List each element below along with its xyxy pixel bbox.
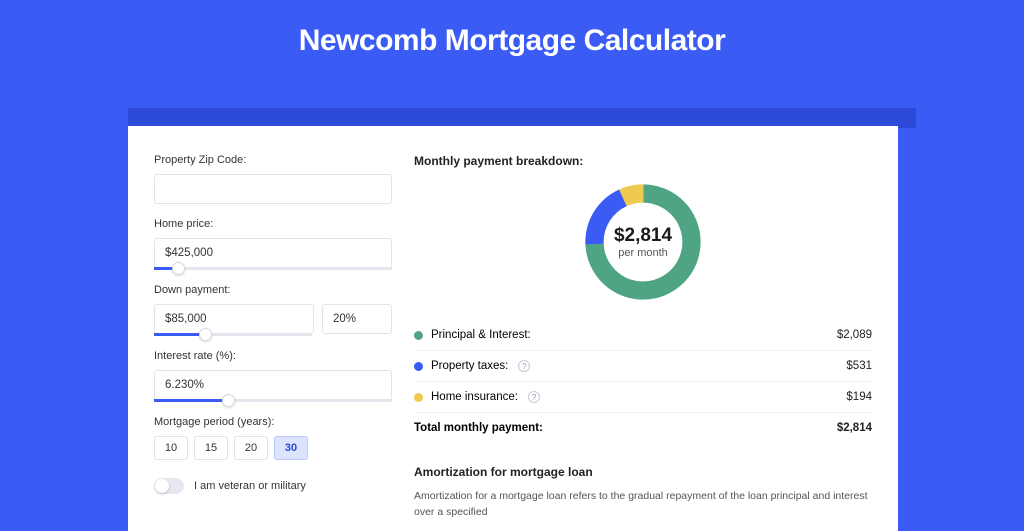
period-button-10[interactable]: 10: [154, 436, 188, 460]
panel-shadow: [128, 108, 916, 128]
total-value: $2,814: [837, 422, 872, 434]
interest-rate-input[interactable]: [154, 370, 392, 400]
donut-chart: $2,814 per month: [414, 178, 872, 306]
home-price-label: Home price:: [154, 218, 392, 230]
slider-fill: [154, 399, 228, 402]
legend-value: $531: [846, 360, 872, 372]
zip-label: Property Zip Code:: [154, 154, 392, 166]
period-button-20[interactable]: 20: [234, 436, 268, 460]
zip-field-group: Property Zip Code:: [154, 154, 392, 204]
donut-sub: per month: [614, 247, 672, 259]
interest-rate-slider[interactable]: [154, 399, 392, 402]
donut-amount: $2,814: [614, 225, 672, 247]
down-payment-amount-input[interactable]: [154, 304, 314, 334]
dot-icon: [414, 331, 423, 340]
legend-row-insurance: Home insurance: ? $194: [414, 382, 872, 413]
breakdown-column: Monthly payment breakdown: $2,814 per mo…: [414, 154, 872, 521]
mortgage-period-group: Mortgage period (years): 10 15 20 30: [154, 416, 392, 460]
down-payment-label: Down payment:: [154, 284, 392, 296]
slider-thumb[interactable]: [199, 328, 212, 341]
home-price-slider[interactable]: [154, 267, 392, 270]
slider-fill: [154, 333, 205, 336]
legend-row-taxes: Property taxes: ? $531: [414, 351, 872, 382]
legend: Principal & Interest: $2,089 Property ta…: [414, 320, 872, 443]
slider-thumb[interactable]: [222, 394, 235, 407]
slider-thumb[interactable]: [172, 262, 185, 275]
breakdown-title: Monthly payment breakdown:: [414, 154, 872, 168]
down-payment-percent-input[interactable]: [322, 304, 392, 334]
page-title: Newcomb Mortgage Calculator: [0, 0, 1024, 78]
zip-input[interactable]: [154, 174, 392, 204]
help-icon[interactable]: ?: [518, 360, 530, 372]
legend-row-total: Total monthly payment: $2,814: [414, 413, 872, 443]
dot-icon: [414, 393, 423, 402]
period-button-30[interactable]: 30: [274, 436, 308, 460]
amortization-text: Amortization for a mortgage loan refers …: [414, 489, 872, 521]
interest-rate-group: Interest rate (%):: [154, 350, 392, 402]
legend-row-principal: Principal & Interest: $2,089: [414, 320, 872, 351]
total-label: Total monthly payment:: [414, 422, 543, 434]
down-payment-group: Down payment:: [154, 284, 392, 336]
home-price-input[interactable]: [154, 238, 392, 268]
legend-value: $2,089: [837, 329, 872, 341]
legend-value: $194: [846, 391, 872, 403]
help-icon[interactable]: ?: [528, 391, 540, 403]
veteran-toggle-row: I am veteran or military: [154, 478, 392, 494]
legend-label: Principal & Interest:: [431, 329, 531, 341]
toggle-knob: [155, 479, 169, 493]
home-price-group: Home price:: [154, 218, 392, 270]
donut-center-label: $2,814 per month: [614, 225, 672, 259]
amortization-title: Amortization for mortgage loan: [414, 465, 872, 479]
interest-rate-label: Interest rate (%):: [154, 350, 392, 362]
mortgage-period-label: Mortgage period (years):: [154, 416, 392, 428]
dot-icon: [414, 362, 423, 371]
calculator-panel: Property Zip Code: Home price: Down paym…: [128, 126, 898, 531]
veteran-toggle[interactable]: [154, 478, 184, 494]
down-payment-slider[interactable]: [154, 333, 312, 336]
legend-label: Home insurance:: [431, 391, 518, 403]
veteran-toggle-label: I am veteran or military: [194, 480, 306, 492]
inputs-column: Property Zip Code: Home price: Down paym…: [154, 154, 392, 521]
period-button-15[interactable]: 15: [194, 436, 228, 460]
legend-label: Property taxes:: [431, 360, 508, 372]
